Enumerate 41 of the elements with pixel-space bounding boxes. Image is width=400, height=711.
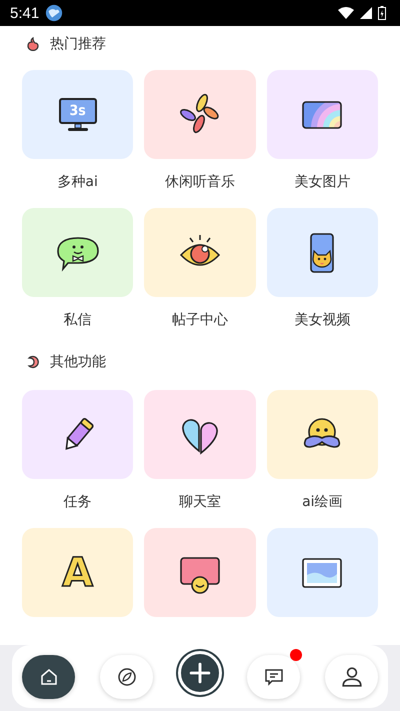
tile-label: 休闲听音乐 xyxy=(164,173,235,191)
section-title: 其他功能 xyxy=(50,353,106,371)
battery-icon xyxy=(378,6,386,20)
tile-label: 美女图片 xyxy=(294,173,350,191)
compass-icon xyxy=(116,666,136,686)
tile-label: ai绘画 xyxy=(302,493,343,511)
globe-icon xyxy=(45,4,64,22)
message-icon xyxy=(264,666,284,686)
user-nav-button[interactable] xyxy=(325,654,378,698)
signal-icon xyxy=(360,7,372,19)
compass-nav-button[interactable] xyxy=(100,654,153,698)
tile-label: 私信 xyxy=(64,311,92,329)
status-time: 5:41 xyxy=(10,4,40,22)
home-icon xyxy=(38,666,58,686)
tile-label: 聊天室 xyxy=(178,493,221,511)
home-nav-button[interactable] xyxy=(22,654,75,698)
section-title: 热门推荐 xyxy=(50,35,106,53)
feature-tile[interactable] xyxy=(266,70,378,159)
feature-tile[interactable]: A xyxy=(22,528,134,617)
add-nav-button[interactable] xyxy=(178,650,222,694)
letter-icon: A xyxy=(56,550,100,594)
tile-label: 多种ai xyxy=(57,173,98,191)
feature-tile[interactable] xyxy=(266,208,378,297)
add-icon xyxy=(189,662,211,684)
user-icon xyxy=(340,666,362,688)
moon-icon xyxy=(26,355,40,369)
feature-tile[interactable] xyxy=(266,528,378,617)
feature-tile[interactable] xyxy=(22,390,134,479)
flame-icon xyxy=(26,37,40,51)
feature-tile[interactable] xyxy=(144,390,256,479)
feature-tile[interactable] xyxy=(144,70,256,159)
tile-label: 帖子中心 xyxy=(172,311,228,329)
wifi-icon xyxy=(338,7,354,19)
feature-tile[interactable] xyxy=(144,528,256,617)
feature-tile[interactable] xyxy=(266,390,378,479)
feature-tile[interactable]: 3s xyxy=(22,70,134,159)
tile-label: 美女视频 xyxy=(294,311,350,329)
feature-tile[interactable] xyxy=(144,208,256,297)
tile-label: 任务 xyxy=(64,493,92,511)
feature-tile[interactable] xyxy=(22,208,134,297)
message-nav-button[interactable] xyxy=(247,654,300,698)
